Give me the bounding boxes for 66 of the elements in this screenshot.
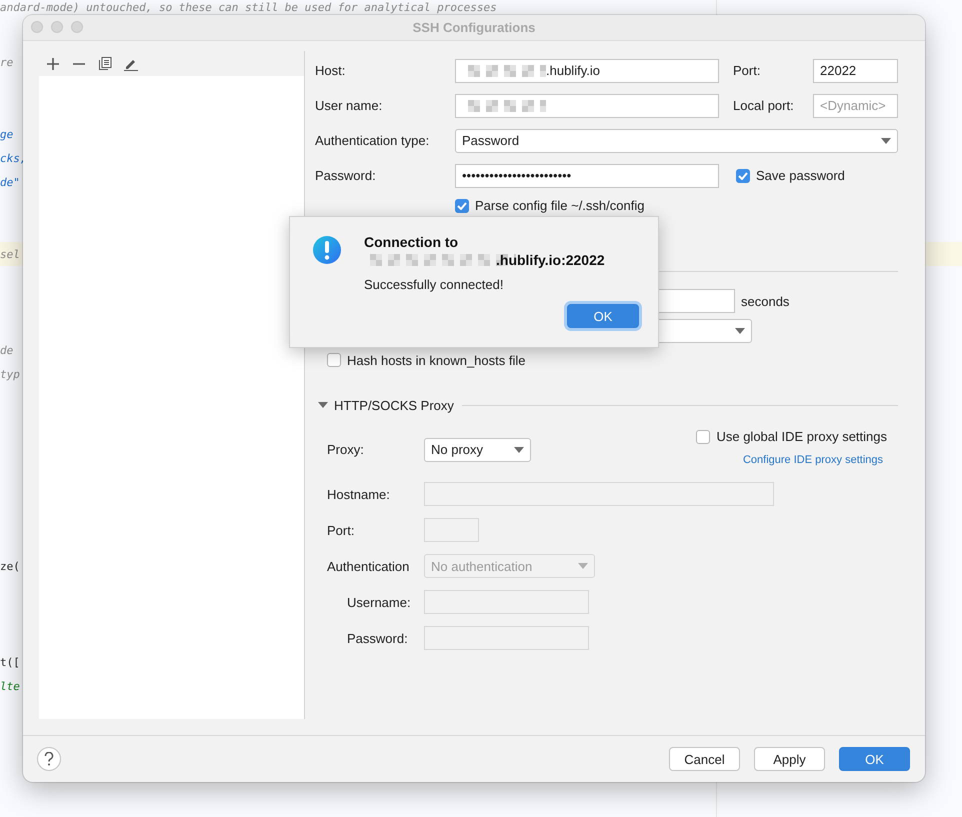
- question-mark-icon: [44, 752, 54, 766]
- global-proxy-checkbox[interactable]: [696, 430, 710, 444]
- exclamation-icon: [312, 235, 342, 265]
- password-label: Password:: [315, 168, 377, 183]
- caret-icon: [881, 138, 891, 144]
- copy-icon[interactable]: [97, 56, 113, 72]
- caret-icon: [735, 328, 745, 334]
- hash-hosts-label: Hash hosts in known_hosts file: [347, 352, 526, 368]
- window-control[interactable]: [51, 21, 63, 33]
- auth-type-label: Authentication type:: [315, 133, 430, 148]
- code-text: cks,: [0, 152, 26, 164]
- collapse-triangle-icon[interactable]: [318, 401, 328, 409]
- save-password-label: Save password: [756, 168, 845, 183]
- code-text: sel: [0, 248, 20, 260]
- password-field[interactable]: ••••••••••••••••••••••••: [455, 164, 719, 188]
- host-field[interactable]: .hublify.io: [455, 58, 719, 82]
- parse-config-label: Parse config file ~/.ssh/config: [475, 198, 644, 213]
- username-field[interactable]: [455, 94, 719, 118]
- configure-proxy-link[interactable]: Configure IDE proxy settings: [742, 454, 883, 466]
- dialog-button[interactable]: Apply: [754, 747, 825, 771]
- proxy-password-field[interactable]: [424, 626, 589, 650]
- dialog-button[interactable]: OK: [839, 747, 910, 771]
- caret-icon: [578, 563, 588, 569]
- code-text: lte: [0, 680, 20, 692]
- hash-hosts-checkbox[interactable]: [327, 353, 341, 367]
- code-text: de: [0, 344, 14, 356]
- proxy-label: Proxy:: [327, 442, 365, 457]
- add-icon[interactable]: [45, 56, 61, 72]
- section-title: HTTP/SOCKS Proxy: [334, 398, 454, 412]
- proxy-username-label: Username:: [347, 594, 412, 610]
- window-control[interactable]: [71, 21, 83, 33]
- parse-config-checkbox[interactable]: [455, 198, 469, 212]
- host-value: .hublify.io: [546, 63, 600, 78]
- window-control[interactable]: [31, 21, 43, 33]
- help-button[interactable]: [37, 747, 61, 771]
- window-title: SSH Configurations: [412, 20, 536, 35]
- username-label: User name:: [315, 98, 384, 113]
- alert-host: .hublify.io:22022: [496, 251, 605, 269]
- code-text: re: [0, 56, 14, 68]
- seconds-label: seconds: [741, 294, 790, 308]
- caret-icon: [514, 446, 524, 452]
- port-label: Port:: [733, 63, 762, 78]
- proxy-username-field[interactable]: [424, 590, 589, 614]
- hostname-label: Hostname:: [327, 486, 391, 502]
- host-label: Host:: [315, 63, 346, 78]
- code-text: t([: [0, 656, 20, 668]
- hostname-field[interactable]: [424, 482, 774, 506]
- proxy-password-label: Password:: [347, 630, 409, 646]
- code-text: de": [0, 176, 20, 188]
- code-text: andard-mode) untouched, so these can still be used for analytical processes: [0, 0, 497, 14]
- auth-type-dropdown[interactable]: Password: [455, 128, 898, 152]
- code-text: ze(: [0, 560, 20, 572]
- dialog-button[interactable]: Cancel: [669, 747, 740, 771]
- ok-button[interactable]: OK: [567, 304, 639, 328]
- local-port-label: Local port:: [733, 98, 795, 113]
- code-text: ge: [0, 128, 14, 140]
- global-proxy-label: Use global IDE proxy settings: [716, 429, 887, 444]
- alert-title: Connection to: [364, 233, 460, 251]
- code-text: typ: [0, 368, 20, 380]
- proxy-dropdown[interactable]: No proxy: [424, 438, 531, 462]
- authentication-label: Authentication: [327, 558, 410, 574]
- alert-message: Successfully connected!: [364, 277, 504, 292]
- proxy-port-field[interactable]: [424, 518, 479, 542]
- save-password-checkbox[interactable]: [736, 168, 750, 182]
- port-field[interactable]: 22022: [813, 58, 898, 82]
- proxy-port-label: Port:: [327, 522, 356, 538]
